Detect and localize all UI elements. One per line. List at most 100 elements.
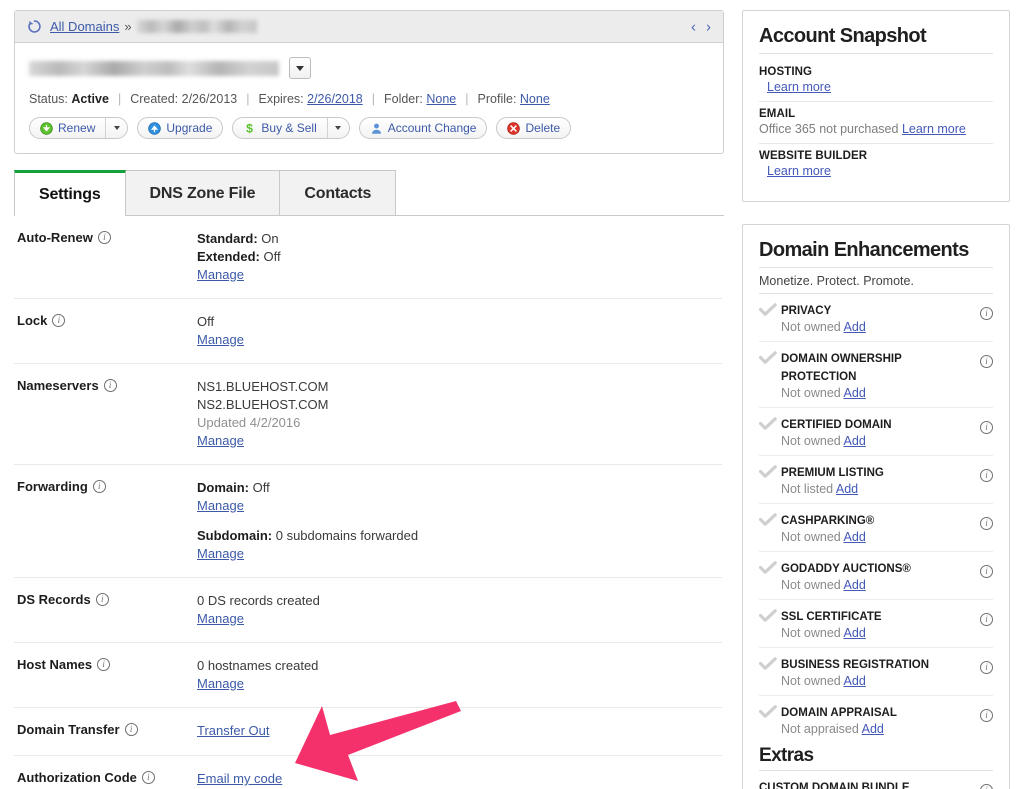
delete-button[interactable]: Delete bbox=[496, 117, 572, 139]
setting-label: Lock i bbox=[14, 313, 197, 349]
info-icon[interactable]: i bbox=[97, 231, 111, 244]
breadcrumb-domain-redacted bbox=[136, 20, 257, 33]
tab-contacts[interactable]: Contacts bbox=[280, 170, 397, 216]
buy-and-sell-button[interactable]: $ Buy & Sell bbox=[232, 117, 350, 139]
enhancement-info-slot: i bbox=[980, 561, 993, 579]
prev-domain-button[interactable]: ‹ bbox=[691, 19, 696, 34]
info-icon[interactable]: i bbox=[980, 613, 993, 626]
enhancement-add-link[interactable]: Add bbox=[836, 482, 858, 496]
check-slot bbox=[758, 607, 781, 628]
info-icon[interactable]: i bbox=[980, 469, 993, 482]
enhancement-add-link[interactable]: Add bbox=[844, 674, 866, 688]
info-icon[interactable]: i bbox=[980, 355, 993, 368]
email-my-code-link[interactable]: Email my code bbox=[197, 770, 282, 788]
info-icon[interactable]: i bbox=[980, 565, 993, 578]
enhancement-add-link[interactable]: Add bbox=[862, 722, 884, 736]
delete-button-label: Delete bbox=[525, 121, 561, 135]
setting-row-lock: Lock i Off Manage bbox=[14, 299, 722, 364]
manage-link[interactable]: Manage bbox=[197, 266, 244, 284]
setting-value: Standard: On Extended: Off Manage bbox=[197, 230, 281, 284]
setting-value: Email my code bbox=[197, 770, 282, 789]
enhancement-info-slot: i bbox=[980, 351, 993, 369]
info-icon[interactable]: i bbox=[980, 307, 993, 320]
chevron-down-icon bbox=[335, 126, 342, 130]
info-icon[interactable]: i bbox=[92, 480, 106, 493]
info-icon[interactable]: i bbox=[980, 661, 993, 674]
enhancement-add-link[interactable]: Add bbox=[844, 434, 866, 448]
enhancement-add-link[interactable]: Add bbox=[844, 530, 866, 544]
enhancement-add-link[interactable]: Add bbox=[844, 626, 866, 640]
gray-check-icon bbox=[758, 657, 777, 670]
enhancement-add-link[interactable]: Add bbox=[844, 320, 866, 334]
info-icon[interactable]: i bbox=[980, 517, 993, 530]
transfer-out-link[interactable]: Transfer Out bbox=[197, 722, 269, 740]
setting-line-strong: Extended: bbox=[197, 249, 260, 264]
info-icon[interactable]: i bbox=[52, 314, 66, 327]
refresh-icon[interactable] bbox=[27, 19, 42, 34]
tab-settings[interactable]: Settings bbox=[14, 170, 126, 216]
info-icon[interactable]: i bbox=[95, 593, 109, 606]
setting-label: DS Records i bbox=[14, 592, 197, 628]
account-snapshot-title: Account Snapshot bbox=[759, 25, 993, 54]
folder-value-link[interactable]: None bbox=[426, 92, 456, 106]
enhancement-status: Not owned Add bbox=[781, 626, 866, 640]
expires-value-link[interactable]: 2/26/2018 bbox=[307, 92, 363, 106]
renew-dropdown-toggle[interactable] bbox=[105, 118, 127, 138]
manage-link[interactable]: Manage bbox=[197, 675, 244, 693]
breadcrumb-all-domains[interactable]: All Domains bbox=[50, 19, 119, 34]
hosting-learn-more-link[interactable]: Learn more bbox=[767, 80, 831, 94]
enhancement-add-link[interactable]: Add bbox=[844, 578, 866, 592]
info-icon[interactable]: i bbox=[980, 421, 993, 434]
setting-line-strong: Domain: bbox=[197, 480, 249, 495]
info-icon[interactable]: i bbox=[980, 784, 993, 789]
profile-label: Profile: bbox=[477, 92, 517, 106]
renew-button[interactable]: Renew bbox=[29, 117, 129, 139]
chevron-down-icon bbox=[296, 65, 304, 71]
gray-check-icon bbox=[758, 561, 777, 574]
website-builder-learn-more-link[interactable]: Learn more bbox=[767, 164, 831, 178]
profile-value-link[interactable]: None bbox=[520, 92, 550, 106]
buy-and-sell-dropdown-toggle[interactable] bbox=[326, 118, 349, 138]
gray-check-icon bbox=[758, 303, 777, 316]
info-icon[interactable]: i bbox=[103, 379, 117, 392]
manage-link[interactable]: Manage bbox=[197, 610, 244, 628]
manage-link[interactable]: Manage bbox=[197, 331, 244, 349]
domain-name-row bbox=[29, 55, 709, 81]
setting-line: 0 hostnames created bbox=[197, 658, 319, 673]
enhancement-add-link[interactable]: Add bbox=[844, 386, 866, 400]
manage-link[interactable]: Manage bbox=[197, 432, 244, 450]
domain-enhancements-title: Domain Enhancements bbox=[759, 239, 993, 268]
enhancement-name: SSL CERTIFICATE bbox=[781, 611, 882, 623]
manage-link-domain-forwarding[interactable]: Manage bbox=[197, 497, 244, 515]
domain-settings-page: All Domains » ‹ › Status: Active | Creat… bbox=[0, 0, 1024, 789]
gray-check-icon bbox=[758, 417, 777, 430]
enhancement-info-slot: i bbox=[980, 513, 993, 531]
info-icon[interactable]: i bbox=[141, 771, 155, 784]
info-icon[interactable]: i bbox=[97, 658, 111, 671]
email-learn-more-link[interactable]: Learn more bbox=[902, 122, 966, 136]
manage-link-subdomain-forwarding[interactable]: Manage bbox=[197, 545, 244, 563]
upgrade-button[interactable]: Upgrade bbox=[137, 117, 224, 139]
enhancement-row: SSL CERTIFICATE Not owned Add i bbox=[758, 600, 993, 648]
setting-label: Domain Transfer i bbox=[14, 722, 197, 741]
nameserver-2: NS2.BLUEHOST.COM bbox=[197, 397, 329, 412]
next-domain-button[interactable]: › bbox=[706, 19, 711, 34]
setting-label-text: Forwarding bbox=[17, 479, 88, 494]
enhancement-row: GODADDY AUCTIONS® Not owned Add i bbox=[758, 552, 993, 600]
tab-dns-zone-file[interactable]: DNS Zone File bbox=[125, 170, 281, 216]
info-icon[interactable]: i bbox=[980, 709, 993, 722]
buy-and-sell-button-label: Buy & Sell bbox=[261, 121, 317, 135]
enhancement-body: CUSTOM DOMAIN BUNDLEVariations Available… bbox=[759, 778, 993, 789]
user-icon bbox=[371, 123, 381, 134]
created-label: Created: bbox=[130, 92, 179, 106]
domain-enhancements-list: PRIVACY Not owned Add i DOMAIN OWNERSHIP PR… bbox=[758, 294, 993, 743]
account-snapshot-panel: Account Snapshot HOSTING Learn more EMAI… bbox=[742, 10, 1010, 202]
enhancement-info-slot: i bbox=[980, 609, 993, 627]
info-icon[interactable]: i bbox=[124, 723, 138, 736]
chevron-down-icon bbox=[113, 126, 120, 130]
account-change-button[interactable]: Account Change bbox=[358, 117, 488, 139]
setting-line-text: 0 subdomains forwarded bbox=[272, 528, 419, 543]
check-slot bbox=[758, 703, 781, 724]
status-badge: Active bbox=[71, 92, 109, 106]
domain-select-dropdown[interactable] bbox=[289, 57, 311, 79]
